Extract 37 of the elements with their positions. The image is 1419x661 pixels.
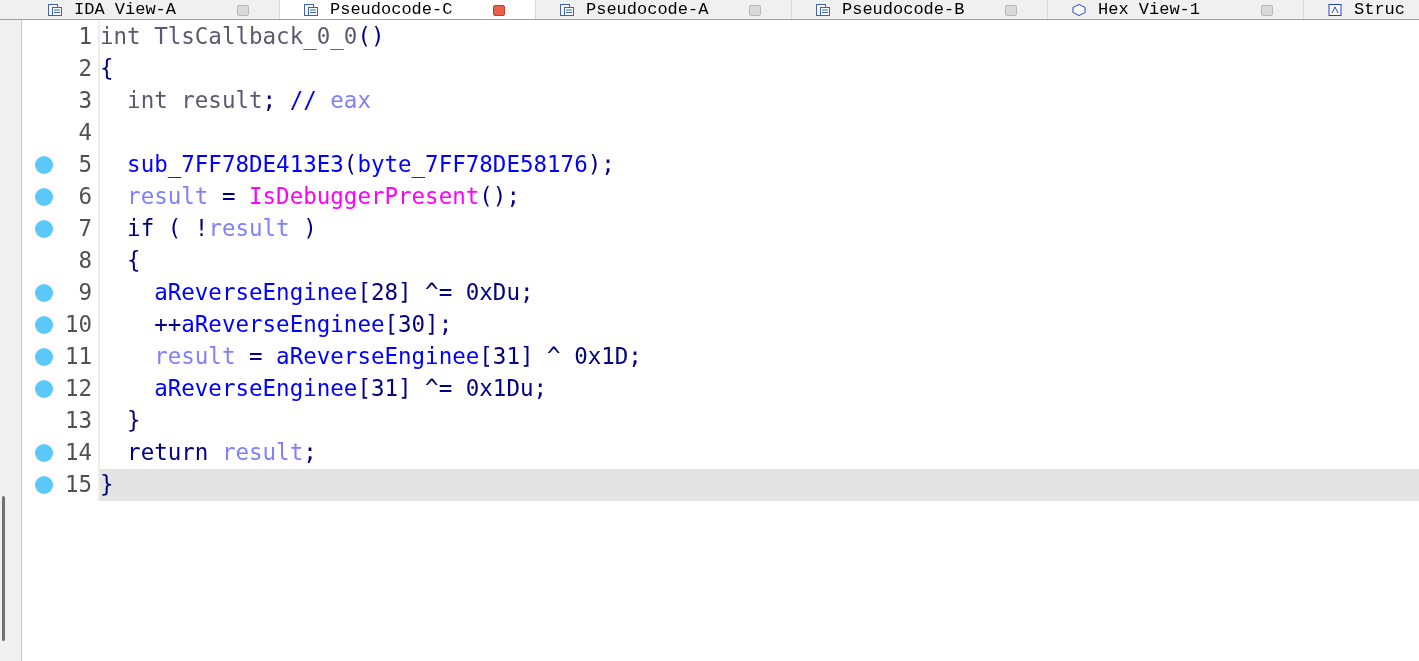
line-number: 6 [77,182,92,212]
code-line: result = IsDebuggerPresent(); [126,182,521,212]
code-line: aReverseEnginee[31] ^= 0x1Du; [153,374,549,404]
editor-tab[interactable]: Pseudocode-C [280,0,536,19]
line-number: 10 [63,310,92,340]
code-line: aReverseEnginee[28] ^= 0xDu; [153,278,535,308]
document-icon [48,4,62,16]
code-line: { [100,54,115,84]
document-icon [560,4,574,16]
document-icon [304,4,318,16]
document-icon [816,4,830,16]
scrollbar-thumb[interactable] [2,496,5,641]
code-line: ++aReverseEnginee[30]; [153,310,454,340]
close-icon[interactable] [493,4,505,16]
structure-icon [1328,4,1342,16]
code-line: { [126,246,142,276]
code-line: result = aReverseEnginee[31] ^ 0x1D; [153,342,643,372]
line-number: 8 [77,246,92,276]
line-number: 3 [77,86,92,116]
line-number: 2 [77,54,92,84]
line-number: 4 [77,118,92,148]
hexagon-icon [1072,4,1086,16]
code-line: if ( !result ) [126,214,318,244]
code-line: sub_7FF78DE413E3(byte_7FF78DE58176); [126,150,616,180]
line-number: 14 [63,438,92,468]
code-line: int result; // eax [126,86,372,116]
line-number: 12 [63,374,92,404]
line-number: 1 [77,22,92,52]
code-line: return result; [126,438,318,468]
code-line: int TlsCallback_0_0() [100,22,386,52]
line-number: 11 [63,342,92,372]
line-number: 15 [63,470,92,500]
line-number: 9 [77,278,92,308]
code-line: } [126,406,142,436]
line-number: 5 [77,150,92,180]
line-number: 7 [77,214,92,244]
line-number: 13 [63,406,92,436]
